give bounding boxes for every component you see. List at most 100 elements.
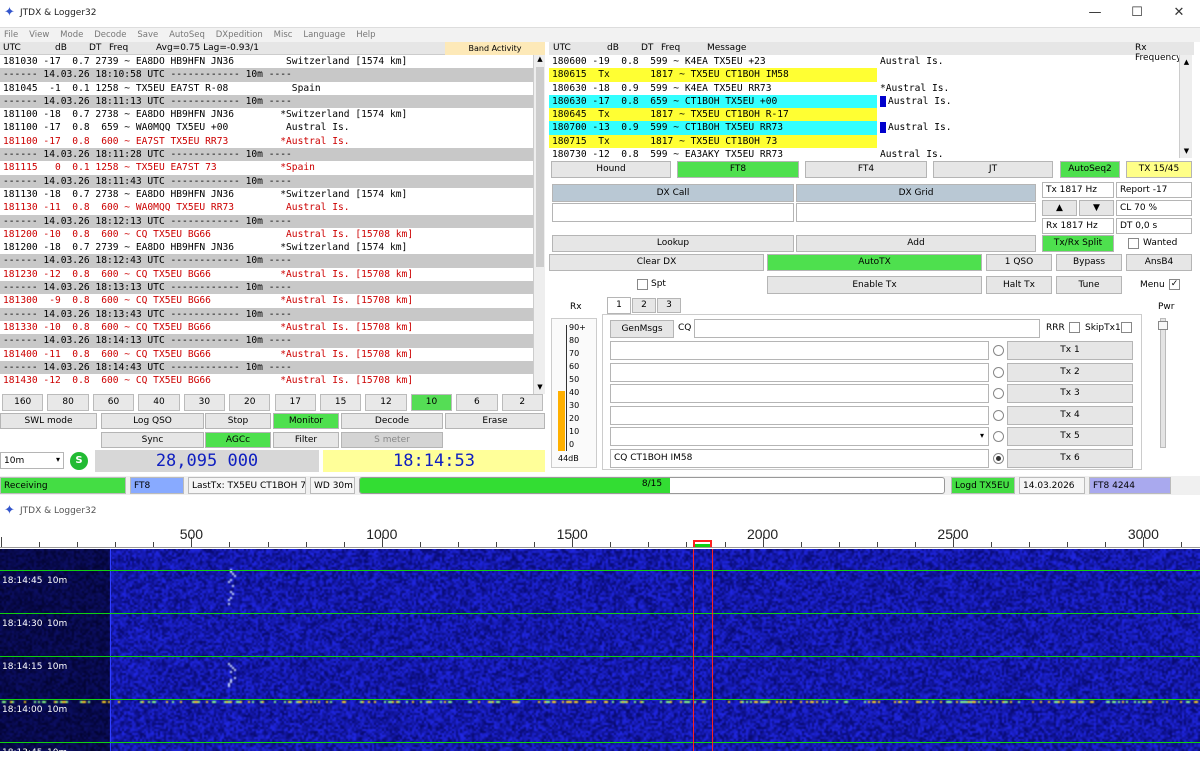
pwr-slider-handle[interactable] <box>1158 321 1168 330</box>
band-button-6[interactable]: 6 <box>456 394 498 411</box>
wanted-checkbox[interactable] <box>1128 238 1139 249</box>
report-spinbox[interactable]: Report -17 <box>1116 182 1192 198</box>
add-button[interactable]: Add <box>796 235 1036 252</box>
tx3-message-input[interactable] <box>610 384 989 403</box>
menu-file[interactable]: File <box>0 28 22 42</box>
rx-decode-row[interactable]: 180630 -17 0.8 659 ~ CT1BOH TX5EU +00 Aus… <box>549 94 952 109</box>
up-arrow-icon[interactable]: ▲ <box>1042 200 1077 216</box>
rx-decode-row[interactable]: 180715 Tx 1817 ~ TX5EU CT1BOH 73 <box>549 134 877 149</box>
period-separator-row[interactable]: ------ 14.03.26 18:11:43 UTC -----------… <box>0 174 533 188</box>
period-separator-row[interactable]: ------ 14.03.26 18:11:28 UTC -----------… <box>0 148 533 162</box>
halt-tx-button[interactable]: Halt Tx <box>986 276 1052 294</box>
rx-frequency-list[interactable]: 180600 -19 0.8 599 ~ K4EA TX5EU +23 Austr… <box>549 55 1177 158</box>
period-separator-row[interactable]: ------ 14.03.26 18:13:13 UTC -----------… <box>0 281 533 295</box>
menu-decode[interactable]: Decode <box>90 28 130 42</box>
tx2-button[interactable]: Tx 2 <box>1007 362 1133 382</box>
rx-hz-spinbox[interactable]: Rx 1817 Hz <box>1042 218 1114 234</box>
rx-decode-row[interactable]: 180630 -18 0.9 599 ~ K4EA TX5EU RR73 *Aus… <box>549 82 1177 95</box>
close-button[interactable]: ✕ <box>1164 4 1194 22</box>
rx-scrollbar[interactable]: ▲ ▼ <box>1179 55 1192 158</box>
decode-row[interactable]: 181030 -17 0.7 2739 ~ EA8DO HB9HFN JN36 … <box>0 55 533 68</box>
spt-checkbox[interactable] <box>637 279 648 290</box>
period-separator-row[interactable]: ------ 14.03.26 18:12:13 UTC -----------… <box>0 214 533 228</box>
tab-2[interactable]: 2 <box>632 298 656 313</box>
period-separator-row[interactable]: ------ 14.03.26 18:14:43 UTC -----------… <box>0 360 533 375</box>
s-meter-button[interactable]: S meter <box>341 432 443 448</box>
dx-grid-input[interactable] <box>796 203 1036 222</box>
filter-button[interactable]: Filter <box>273 432 339 448</box>
period-separator-row[interactable]: ------ 14.03.26 18:12:43 UTC -----------… <box>0 254 533 268</box>
tx3-button[interactable]: Tx 3 <box>1007 384 1133 403</box>
dt-spinbox[interactable]: DT 0,0 s <box>1116 218 1192 234</box>
tx2-radio[interactable] <box>993 366 1004 378</box>
decode-row[interactable]: 181400 -11 0.8 600 ~ CQ TX5EU BG66 *Aust… <box>0 348 533 361</box>
tune-button[interactable]: Tune <box>1056 276 1122 294</box>
hound-button[interactable]: Hound <box>551 161 671 178</box>
rx-decode-row[interactable]: 180600 -19 0.8 599 ~ K4EA TX5EU +23 Austr… <box>549 55 1177 68</box>
tab-1[interactable]: 1 <box>607 297 631 314</box>
tx5-button[interactable]: Tx 5 <box>1007 427 1133 446</box>
decode-row[interactable]: 181045 -1 0.1 1258 ~ TX5EU EA7ST R-08 Sp… <box>0 82 533 95</box>
band-activity-list[interactable]: 181030 -17 0.7 2739 ~ EA8DO HB9HFN JN36 … <box>0 55 533 395</box>
decode-row[interactable]: 181100 -17 0.8 600 ~ EA7ST TX5EU RR73 *A… <box>0 135 533 148</box>
band-button-10[interactable]: 10 <box>410 394 453 411</box>
rx-decode-row[interactable]: 180645 Tx 1817 ~ TX5EU CT1BOH R-17 <box>549 108 877 122</box>
tx-hz-spinbox[interactable]: Tx 1817 Hz <box>1042 182 1114 198</box>
decode-row[interactable]: 181130 -18 0.7 2738 ~ EA8DO HB9HFN JN36 … <box>0 188 533 201</box>
one-qso-button[interactable]: 1 QSO <box>986 254 1052 271</box>
clear-dx-button[interactable]: Clear DX <box>549 254 764 271</box>
menu-mode[interactable]: Mode <box>56 28 87 42</box>
ansb4-button[interactable]: AnsB4 <box>1126 254 1192 271</box>
decode-row[interactable]: 181300 -9 0.8 600 ~ CQ TX5EU BG66 *Austr… <box>0 294 533 307</box>
tx4-radio[interactable] <box>993 409 1004 421</box>
period-separator-row[interactable]: ------ 14.03.26 18:11:13 UTC -----------… <box>0 94 533 109</box>
decode-row[interactable]: 181330 -10 0.8 600 ~ CQ TX5EU BG66 *Aust… <box>0 321 533 334</box>
pwr-slider[interactable] <box>1158 318 1168 448</box>
band-button-160[interactable]: 160 <box>2 394 44 411</box>
band-button-20[interactable]: 20 <box>229 394 271 411</box>
minimize-button[interactable]: — <box>1080 4 1110 22</box>
band-button-15[interactable]: 15 <box>319 394 362 411</box>
swl-mode-button[interactable]: SWL mode <box>0 413 97 429</box>
menu-checkbox-checked-icon[interactable]: ✓ <box>1169 279 1180 290</box>
ft4-button[interactable]: FT4 <box>805 161 927 178</box>
cq-input[interactable] <box>694 319 1040 338</box>
sync-button[interactable]: Sync <box>101 432 204 448</box>
rrr-checkbox[interactable] <box>1069 322 1080 333</box>
menu-autoseq[interactable]: AutoSeq <box>165 28 209 42</box>
decode-row[interactable]: 181200 -18 0.7 2739 ~ EA8DO HB9HFN JN36 … <box>0 241 533 254</box>
down-arrow-icon[interactable]: ▼ <box>1079 200 1114 216</box>
band-button-12[interactable]: 12 <box>365 394 407 411</box>
menu-language[interactable]: Language <box>299 28 349 42</box>
band-button-2[interactable]: 2 <box>501 394 543 411</box>
rx-decode-row[interactable]: 180730 -12 0.8 599 ~ EA3AKY TX5EU RR73 Au… <box>549 148 1177 158</box>
menu-dxpedition[interactable]: DXpedition <box>212 28 267 42</box>
tx1-button[interactable]: Tx 1 <box>1007 341 1133 360</box>
erase-button[interactable]: Erase <box>445 413 545 429</box>
scroll-up-icon[interactable]: ▲ <box>536 55 544 65</box>
decode-row[interactable]: 181115 0 0.1 1258 ~ TX5EU EA7ST 73 *Spai… <box>0 161 533 174</box>
period-separator-row[interactable]: ------ 14.03.26 18:14:13 UTC -----------… <box>0 334 533 348</box>
autotx-button[interactable]: AutoTX <box>767 254 982 271</box>
log-qso-button[interactable]: Log QSO <box>101 413 204 429</box>
autoseq2-button[interactable]: AutoSeq2 <box>1060 161 1120 178</box>
lookup-button[interactable]: Lookup <box>552 235 794 252</box>
tx6-button[interactable]: Tx 6 <box>1007 448 1133 468</box>
band-button-60[interactable]: 60 <box>92 394 135 411</box>
rx-decode-row[interactable]: 180615 Tx 1817 ~ TX5EU CT1BOH IM58 <box>549 68 877 82</box>
band-activity-scrollbar[interactable]: ▲ ▼ <box>533 55 545 394</box>
jt-button[interactable]: JT <box>933 161 1053 178</box>
scroll-down-icon[interactable]: ▼ <box>1182 147 1191 157</box>
tab-3[interactable]: 3 <box>657 298 681 313</box>
tx-1545-button[interactable]: TX 15/45 <box>1126 161 1192 178</box>
s-badge[interactable]: S <box>70 452 88 470</box>
stop-button[interactable]: Stop <box>205 413 271 429</box>
scroll-thumb[interactable] <box>536 67 544 267</box>
scroll-up-icon[interactable]: ▲ <box>1182 58 1191 68</box>
maximize-button[interactable]: ☐ <box>1122 4 1152 22</box>
rx-decode-row[interactable]: 180700 -13 0.9 599 ~ CT1BOH TX5EU RR73 Au… <box>549 121 952 135</box>
band-button-40[interactable]: 40 <box>138 394 180 411</box>
tx4-button[interactable]: Tx 4 <box>1007 405 1133 425</box>
tx4-message-input[interactable] <box>610 405 989 425</box>
period-separator-row[interactable]: ------ 14.03.26 18:13:43 UTC -----------… <box>0 307 533 321</box>
